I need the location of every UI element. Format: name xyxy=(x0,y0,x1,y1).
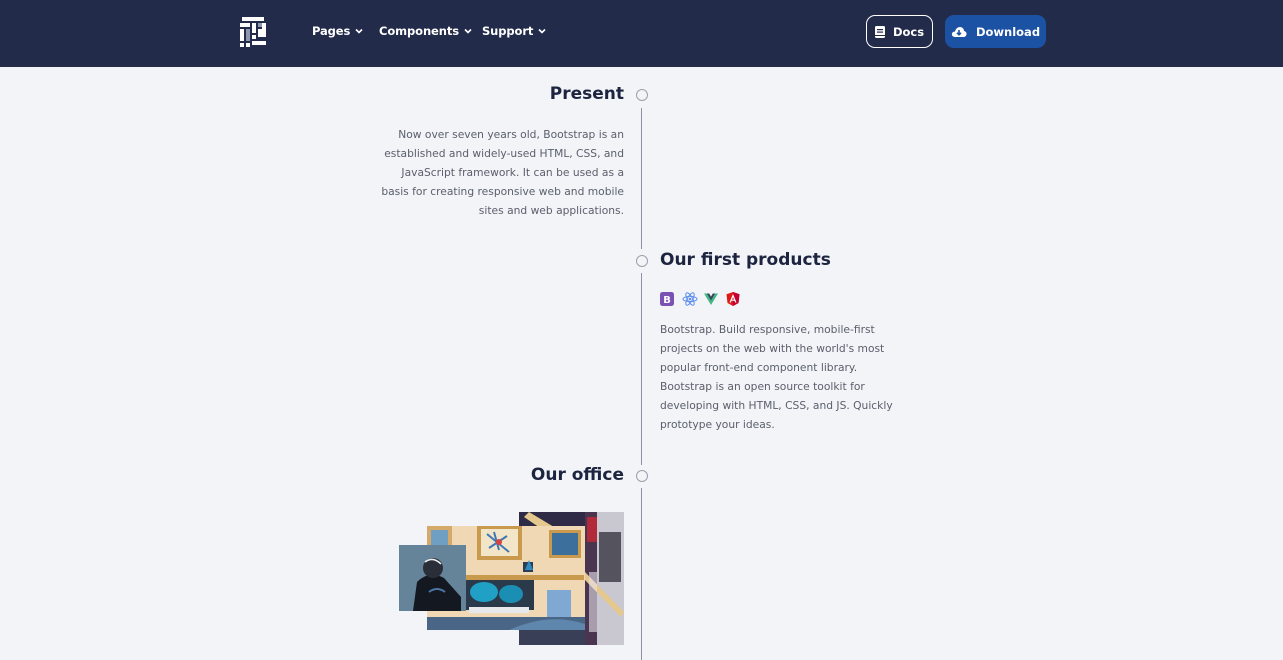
nav-support-label: Support xyxy=(482,24,534,38)
angular-icon xyxy=(726,291,740,306)
office-collage-image xyxy=(399,512,624,645)
timeline-dot xyxy=(636,89,648,101)
chevron-down-icon xyxy=(355,28,363,34)
navbar: Pages Components Support Docs Download xyxy=(0,0,1283,67)
download-button[interactable]: Download xyxy=(945,15,1046,48)
timeline-line xyxy=(641,273,642,465)
nav-pages[interactable]: Pages xyxy=(312,24,363,38)
svg-text:B: B xyxy=(663,295,671,306)
nav-components[interactable]: Components xyxy=(379,24,472,38)
chevron-down-icon xyxy=(464,28,472,34)
timeline-line xyxy=(641,108,642,249)
docs-button[interactable]: Docs xyxy=(866,15,933,48)
nav-pages-label: Pages xyxy=(312,24,351,38)
entry-text: Now over seven years old, Bootstrap is a… xyxy=(381,128,624,217)
entry-title: Our office xyxy=(530,465,624,485)
bootstrap-icon: B xyxy=(660,291,674,306)
timeline-dot xyxy=(636,255,648,267)
entry-text: Bootstrap. Build responsive, mobile-firs… xyxy=(660,323,893,431)
entry-title: Our first products xyxy=(660,250,831,270)
vue-icon xyxy=(704,291,718,305)
timeline-dot xyxy=(636,470,648,482)
download-label: Download xyxy=(975,24,1041,39)
docs-label: Docs xyxy=(892,24,925,39)
brand-logo[interactable] xyxy=(240,17,266,47)
chevron-down-icon xyxy=(538,28,546,34)
entry-title: Present xyxy=(549,84,624,104)
nav-support[interactable]: Support xyxy=(482,24,546,38)
book-icon xyxy=(874,25,885,38)
react-icon xyxy=(682,291,698,306)
cloud-download-icon xyxy=(951,26,967,37)
tech-icons: B xyxy=(660,291,740,306)
nav-components-label: Components xyxy=(379,24,459,38)
timeline-line xyxy=(641,488,642,660)
